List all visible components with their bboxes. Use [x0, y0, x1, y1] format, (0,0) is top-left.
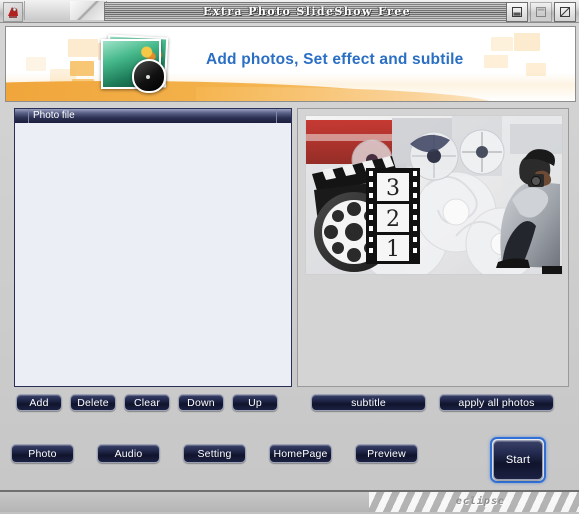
photo-list-body[interactable] — [15, 123, 291, 386]
decor-square — [526, 63, 546, 76]
preview-illustration: 3 2 1 — [306, 116, 562, 274]
preview-image: 3 2 1 — [305, 115, 563, 275]
brand-logo: eclipse — [455, 496, 505, 507]
status-bar: eclipse — [0, 490, 579, 514]
delete-button[interactable]: Delete — [70, 394, 116, 411]
close-icon[interactable] — [554, 2, 576, 22]
app-icon[interactable] — [3, 2, 23, 22]
setting-button[interactable]: Setting — [183, 444, 246, 463]
countdown-filmstrip: 3 2 1 — [366, 168, 420, 264]
title-bar-plate: Extra Photo SlideShow Free — [104, 2, 510, 21]
title-bar-bevel — [70, 1, 107, 20]
list-column-index[interactable] — [15, 109, 29, 123]
add-button[interactable]: Add — [16, 394, 62, 411]
decor-square — [514, 33, 540, 51]
list-toolbar: Add Delete Clear Down Up — [16, 394, 278, 411]
decor-square — [68, 39, 98, 57]
start-button[interactable]: Start — [493, 440, 543, 480]
homepage-button[interactable]: HomePage — [269, 444, 332, 463]
decor-square — [484, 55, 508, 68]
list-column-extra[interactable] — [277, 109, 291, 123]
preview-panel: 3 2 1 Display — [297, 108, 569, 387]
subtitle-button[interactable]: subtitle — [311, 394, 426, 411]
svg-text:1: 1 — [386, 237, 400, 262]
maximize-icon[interactable] — [530, 2, 552, 22]
decor-square — [26, 57, 46, 71]
action-toolbar: subtitle apply all photos — [311, 394, 554, 411]
photo-list-header[interactable]: Photo file — [15, 109, 291, 123]
clear-button[interactable]: Clear — [124, 394, 170, 411]
list-column-label: Photo file — [33, 110, 75, 121]
decor-square — [70, 61, 94, 76]
header-banner: Add photos, Set effect and subtile — [5, 26, 576, 102]
window-controls — [506, 2, 576, 22]
down-button[interactable]: Down — [178, 394, 224, 411]
title-bar-slab — [24, 1, 72, 20]
photo-with-mouse-icon — [99, 34, 169, 93]
minimize-icon[interactable] — [506, 2, 528, 22]
photo-list[interactable]: Photo file — [14, 108, 292, 387]
photo-button[interactable]: Photo — [11, 444, 74, 463]
nav-toolbar: Photo Audio Setting HomePage Preview — [11, 444, 418, 463]
audio-button[interactable]: Audio — [97, 444, 160, 463]
up-button[interactable]: Up — [232, 394, 278, 411]
banner-background: Add photos, Set effect and subtile — [6, 27, 575, 101]
window-title: Extra Photo SlideShow Free — [202, 5, 411, 18]
preview-button[interactable]: Preview — [355, 444, 418, 463]
banner-heading: Add photos, Set effect and subtile — [206, 51, 464, 68]
title-bar: Extra Photo SlideShow Free — [0, 0, 579, 23]
start-button-focus-ring: Start — [490, 437, 546, 483]
status-bar-left — [0, 492, 370, 512]
mouse-icon — [132, 59, 166, 93]
svg-text:2: 2 — [386, 207, 400, 232]
list-column-photo-file[interactable]: Photo file — [29, 109, 277, 123]
apply-all-photos-button[interactable]: apply all photos — [439, 394, 554, 411]
application-window: Extra Photo SlideShow Free Add photos, S… — [0, 0, 579, 514]
svg-text:3: 3 — [386, 176, 400, 201]
decor-square — [491, 37, 513, 51]
